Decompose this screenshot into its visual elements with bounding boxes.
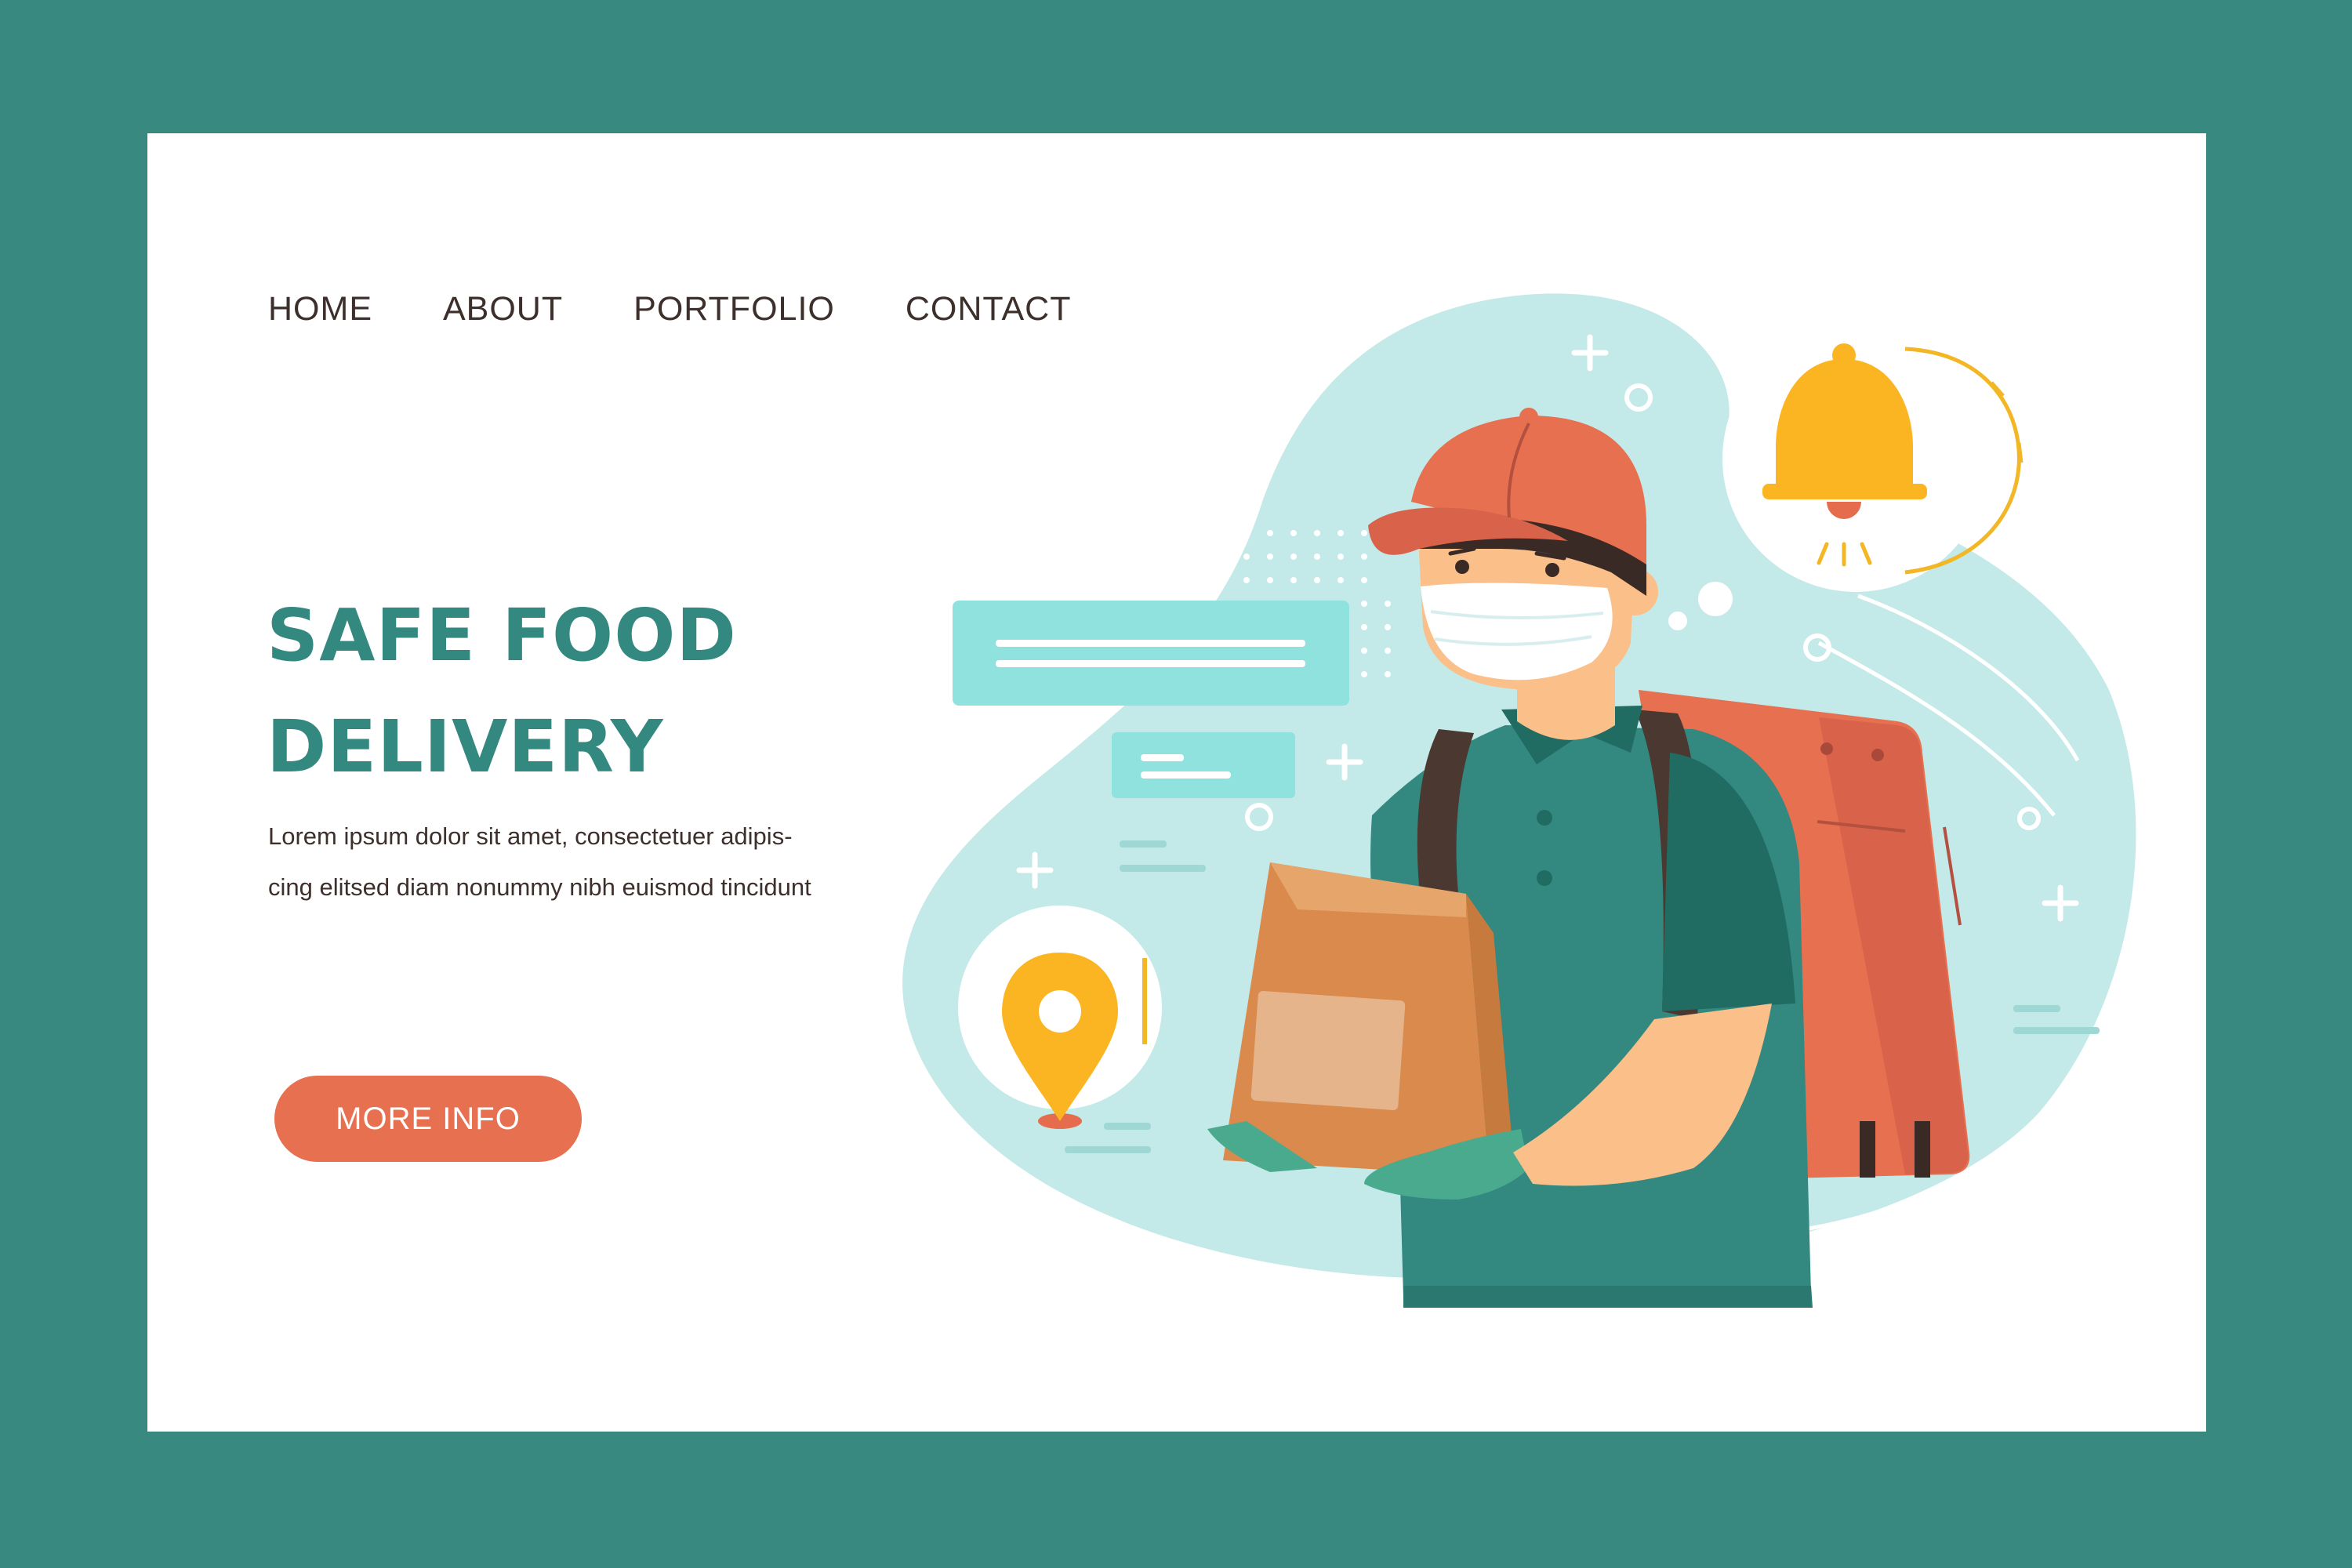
hero-title-line-1: SAFE FOOD: [267, 593, 737, 677]
more-info-button[interactable]: MORE INFO: [274, 1076, 582, 1162]
nav-portfolio[interactable]: PORTFOLIO: [633, 290, 835, 328]
hero-title-line-2: DELIVERY: [267, 705, 664, 789]
nav-home[interactable]: HOME: [268, 290, 372, 328]
hero-description-line-2: cing elitsed diam nonummy nibh euismod t…: [268, 873, 811, 901]
nav-contact[interactable]: CONTACT: [906, 290, 1072, 328]
hero-description-line-1: Lorem ipsum dolor sit amet, consectetuer…: [268, 822, 793, 850]
hero-title: SAFE FOOD DELIVERY: [267, 580, 737, 803]
main-nav: HOME ABOUT PORTFOLIO CONTACT: [268, 290, 1142, 328]
nav-about[interactable]: ABOUT: [443, 290, 563, 328]
hero-description: Lorem ipsum dolor sit amet, consectetuer…: [268, 811, 880, 913]
